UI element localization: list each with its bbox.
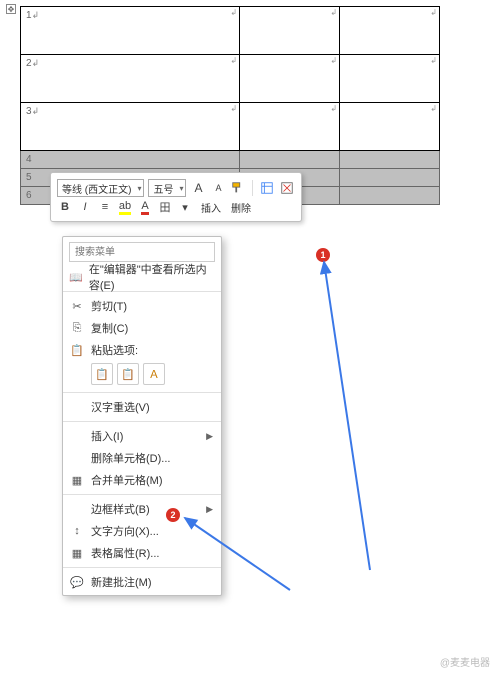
- editor-lookup-item[interactable]: 📖在"编辑器"中查看所选内容(E): [63, 266, 221, 288]
- font-color-button[interactable]: A: [137, 199, 153, 215]
- table-props-icon: ▦: [69, 545, 85, 561]
- scissors-icon: ✂: [69, 298, 85, 314]
- annotation-badge-2: 2: [166, 508, 180, 522]
- insert-item[interactable]: 插入(I)▶: [63, 425, 221, 447]
- copy-icon: ⎘: [69, 320, 85, 336]
- delete-button[interactable]: [279, 180, 295, 196]
- format-painter-icon[interactable]: [230, 180, 246, 196]
- paste-text-icon[interactable]: Ａ: [143, 363, 165, 385]
- border-style-item[interactable]: 边框样式(B)▶: [63, 498, 221, 520]
- table-row[interactable]: 3↲↲↲↲: [21, 103, 440, 151]
- font-size-select[interactable]: 五号: [148, 179, 186, 197]
- highlight-button[interactable]: ab: [117, 199, 133, 215]
- delete-cells-item[interactable]: 删除单元格(D)...: [63, 447, 221, 469]
- chevron-right-icon: ▶: [206, 504, 213, 515]
- paste-icon: 📋: [69, 342, 85, 358]
- mini-toolbar: 等线 (西文正文) 五号 A A B I ≡ ab A 田 ▾ 插入 删除: [50, 172, 302, 222]
- table-properties-item[interactable]: ▦表格属性(R)...: [63, 542, 221, 564]
- watermark: @麦麦电器: [440, 654, 490, 669]
- table-move-handle[interactable]: ✥: [6, 4, 16, 14]
- paste-keep-source-icon[interactable]: 📋: [91, 363, 113, 385]
- decrease-font-icon[interactable]: A: [210, 180, 226, 196]
- align-button[interactable]: ≡: [97, 199, 113, 215]
- table-row[interactable]: 2↲↲↲↲: [21, 55, 440, 103]
- text-direction-icon: ↕: [69, 523, 85, 539]
- insert-label: 插入: [201, 200, 221, 215]
- cut-item[interactable]: ✂剪切(T): [63, 295, 221, 317]
- border-button[interactable]: 田: [157, 199, 173, 215]
- bold-button[interactable]: B: [57, 199, 73, 215]
- font-select[interactable]: 等线 (西文正文): [57, 179, 144, 197]
- table-row[interactable]: 1↲↲↲↲: [21, 7, 440, 55]
- table-row-selected[interactable]: 4: [21, 151, 440, 169]
- editor-icon: 📖: [69, 269, 83, 285]
- insert-button[interactable]: [259, 180, 275, 196]
- menu-search-input[interactable]: [69, 242, 215, 262]
- merge-icon: ▦: [69, 472, 85, 488]
- paste-options-header: 📋粘贴选项:: [63, 339, 221, 361]
- comment-icon: 💬: [69, 574, 85, 590]
- delete-label: 删除: [231, 200, 251, 215]
- increase-font-icon[interactable]: A: [190, 180, 206, 196]
- new-comment-item[interactable]: 💬新建批注(M): [63, 571, 221, 593]
- annotation-badge-1: 1: [316, 248, 330, 262]
- shading-button[interactable]: ▾: [177, 199, 193, 215]
- italic-button[interactable]: I: [77, 199, 93, 215]
- han-reselect-item[interactable]: 汉字重选(V): [63, 396, 221, 418]
- context-menu: 📖在"编辑器"中查看所选内容(E) ✂剪切(T) ⎘复制(C) 📋粘贴选项: 📋…: [62, 236, 222, 596]
- chevron-right-icon: ▶: [206, 431, 213, 442]
- text-direction-item[interactable]: ↕文字方向(X)...: [63, 520, 221, 542]
- merge-cells-item[interactable]: ▦合并单元格(M): [63, 469, 221, 491]
- copy-item[interactable]: ⎘复制(C): [63, 317, 221, 339]
- paste-merge-icon[interactable]: 📋: [117, 363, 139, 385]
